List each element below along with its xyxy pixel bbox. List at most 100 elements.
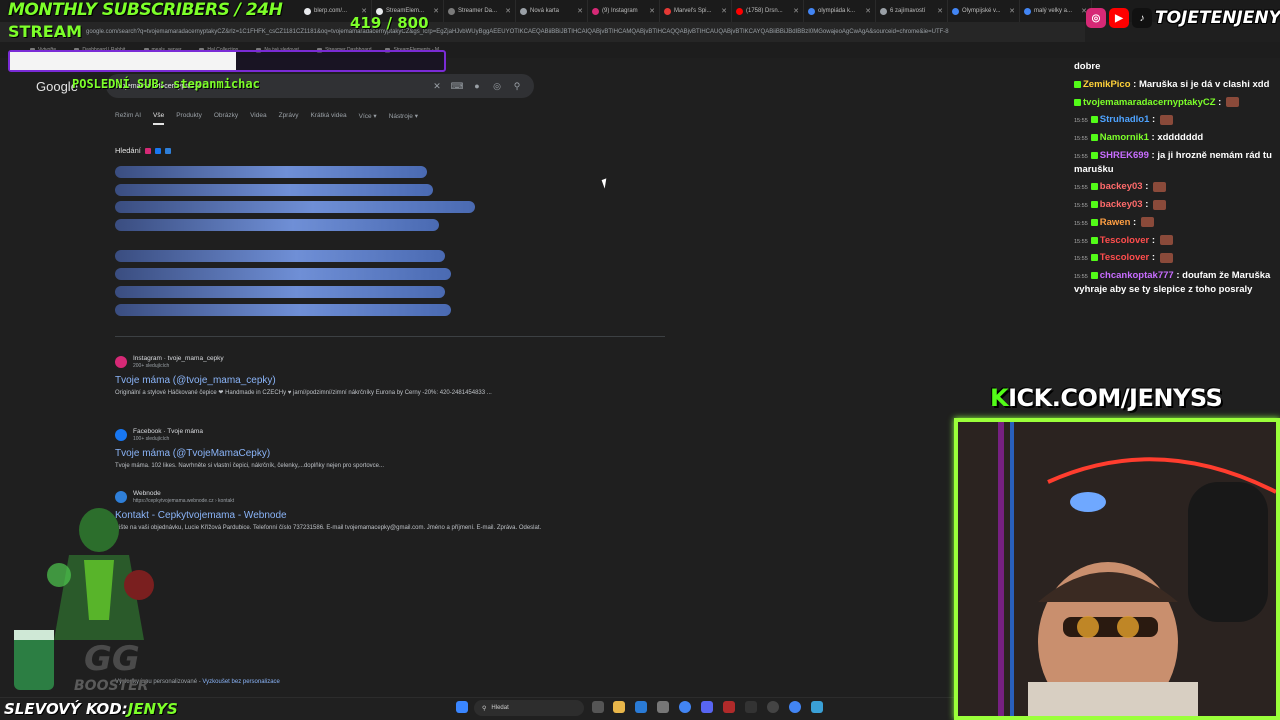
- tab-3[interactable]: Obrázky: [214, 112, 238, 125]
- browser-tab[interactable]: olympiáda k... ✕: [804, 0, 876, 22]
- browser-tab[interactable]: malý velky a... ✕: [1020, 0, 1092, 22]
- chrome-icon-2[interactable]: [789, 701, 801, 713]
- chat-message: 15:55 Struhadlo1 :: [1070, 111, 1280, 129]
- tab-8[interactable]: Nástroje ▾: [389, 112, 418, 125]
- app-icon-2[interactable]: [745, 701, 757, 713]
- browser-tab[interactable]: 6 zajímavostí ✕: [876, 0, 948, 22]
- chat-username[interactable]: tvojemamaradacernyptakyCZ: [1083, 97, 1216, 108]
- coupon-label: SLEVOVÝ KOD:: [4, 700, 128, 718]
- tab-close-icon[interactable]: ✕: [649, 7, 655, 15]
- file-explorer-icon[interactable]: [613, 701, 625, 713]
- chat-username[interactable]: Tescolover: [1100, 252, 1149, 263]
- edge-icon[interactable]: [635, 701, 647, 713]
- tab-favicon-icon: [664, 7, 671, 15]
- tab-close-icon[interactable]: ✕: [577, 7, 583, 15]
- notepad-icon[interactable]: [811, 701, 823, 713]
- tab-label: blerp.com/...: [314, 8, 348, 14]
- result-title-link[interactable]: Tvoje máma (@TvojeMamaCepky): [115, 448, 675, 459]
- social-handles: ◎ ▶ ♪ TOJETENJENYS: [1086, 4, 1280, 32]
- chat-username[interactable]: backey03: [1100, 181, 1143, 192]
- browser-tab[interactable]: Olympijské v... ✕: [948, 0, 1020, 22]
- chat-username[interactable]: backey03: [1100, 199, 1143, 210]
- tab-7[interactable]: Více ▾: [359, 112, 377, 125]
- microphone-icon[interactable]: ●: [470, 81, 484, 91]
- tab-5[interactable]: Zprávy: [279, 112, 299, 125]
- chat-username[interactable]: Rawen: [1100, 217, 1131, 228]
- taskbar-search[interactable]: ⚲ Hledat: [474, 700, 584, 716]
- chat-username[interactable]: Namornik1: [1100, 132, 1149, 143]
- browser-tab[interactable]: (9) Instagram ✕: [588, 0, 660, 22]
- chat-timestamp: 15:55: [1074, 118, 1088, 125]
- result-source[interactable]: Webnode https://cepkytvojemama.webnode.cz…: [115, 490, 675, 504]
- chat-message: 15:55 chcankoptak777 : doufam že Maruška …: [1070, 267, 1280, 299]
- obs-icon[interactable]: [767, 701, 779, 713]
- tab-close-icon[interactable]: ✕: [937, 7, 943, 15]
- chat-username[interactable]: Struhadlo1: [1100, 114, 1150, 125]
- browser-tab[interactable]: Marvel's Spi... ✕: [660, 0, 732, 22]
- result-title-link[interactable]: Kontakt - Cepkytvojemama - Webnode: [115, 510, 675, 521]
- windows-start-icon[interactable]: [456, 701, 468, 713]
- tab-1[interactable]: Vše: [153, 112, 165, 125]
- webcam-scene: [958, 422, 1276, 716]
- chat-badge-icon: [1090, 272, 1098, 280]
- subscriber-goal-title: MONTHLY SUBSCRIBERS / 24H: [8, 0, 283, 20]
- browser-tab[interactable]: Nová karta ✕: [516, 0, 588, 22]
- result-source[interactable]: Facebook · Tvoje máma 100+ sledujících: [115, 428, 675, 442]
- tab-close-icon[interactable]: ✕: [505, 7, 511, 15]
- result-meta: 200+ sledujících: [133, 362, 170, 369]
- kick-k: K: [990, 384, 1009, 412]
- tab-favicon-icon: [952, 7, 959, 15]
- chat-timestamp: 15:55: [1074, 203, 1088, 210]
- tab-6[interactable]: Krátká videa: [310, 112, 346, 125]
- tab-close-icon[interactable]: ✕: [1009, 7, 1015, 15]
- tab-4[interactable]: Videa: [250, 112, 267, 125]
- tab-favicon-icon: [1024, 7, 1031, 15]
- result-source[interactable]: Instagram · tvoje_mama_cepky 200+ sledují…: [115, 355, 675, 369]
- address-bar[interactable]: google.com/search?q=tvojemamaradacernypt…: [0, 22, 1085, 42]
- skeleton-line: [115, 166, 427, 178]
- section-label: Hledání: [115, 146, 141, 155]
- chat-username[interactable]: SHREK699: [1100, 150, 1149, 161]
- tab-2[interactable]: Produkty: [176, 112, 202, 125]
- store-icon[interactable]: [657, 701, 669, 713]
- result-site: Facebook · Tvoje máma: [133, 428, 203, 435]
- search-icon[interactable]: ⚲: [510, 81, 524, 92]
- tab-close-icon[interactable]: ✕: [721, 7, 727, 15]
- browser-tab[interactable]: (1758) Drsn... ✕: [732, 0, 804, 22]
- kick-url: KICK.COM/JENYSS: [990, 384, 1223, 412]
- subscriber-goal-stream: STREAM: [8, 22, 82, 41]
- chat-username[interactable]: ZemikPico: [1083, 79, 1131, 90]
- chat-username[interactable]: Tescolover: [1100, 235, 1149, 246]
- browser-tab[interactable]: Streamer Da... ✕: [444, 0, 516, 22]
- personal-link[interactable]: Vyzkoušet bez personalizace: [202, 679, 280, 685]
- clear-icon[interactable]: ✕: [430, 81, 444, 92]
- chat-username[interactable]: chcankoptak777: [1100, 270, 1174, 281]
- task-view-icon[interactable]: [592, 701, 604, 713]
- skeleton-line: [115, 219, 439, 231]
- chat-emote-icon: [1140, 217, 1154, 228]
- result-snippet: Pište na vaši objednávku, Lucie Křížová …: [115, 524, 542, 531]
- divider: [115, 336, 665, 337]
- chat-message: ZemikPico : Maruška si je dá v clashi xd…: [1070, 76, 1280, 94]
- chat-timestamp: 15:55: [1074, 274, 1088, 281]
- tab-close-icon[interactable]: ✕: [433, 7, 439, 15]
- mascot-booster-graphic: GG BOOSTER: [14, 508, 154, 694]
- chat-timestamp: 15:55: [1074, 220, 1088, 227]
- tab-close-icon[interactable]: ✕: [865, 7, 871, 15]
- tab-close-icon[interactable]: ✕: [793, 7, 799, 15]
- lens-icon[interactable]: ◎: [490, 81, 504, 92]
- tab-0[interactable]: Režim AI: [115, 112, 141, 125]
- keyboard-icon[interactable]: ⌨: [450, 81, 464, 92]
- result-title-link[interactable]: Tvoje máma (@tvoje_mama_cepky): [115, 375, 675, 386]
- screen: { "overlay": { "title": "MONTHLY SUBSCRI…: [0, 0, 1280, 720]
- skeleton-line: [115, 250, 445, 262]
- chrome-icon[interactable]: [679, 701, 691, 713]
- taskbar-search-label: Hledat: [491, 705, 509, 711]
- app-icon[interactable]: [723, 701, 735, 713]
- result-source-text: Instagram · tvoje_mama_cepky 200+ sledují…: [133, 355, 224, 369]
- chat-badge-icon: [1074, 80, 1081, 88]
- progress-fill: [10, 52, 236, 70]
- discord-icon[interactable]: [701, 701, 713, 713]
- search-result: Instagram · tvoje_mama_cepky 200+ sledují…: [115, 355, 675, 398]
- chat-timestamp: 15:55: [1074, 153, 1088, 160]
